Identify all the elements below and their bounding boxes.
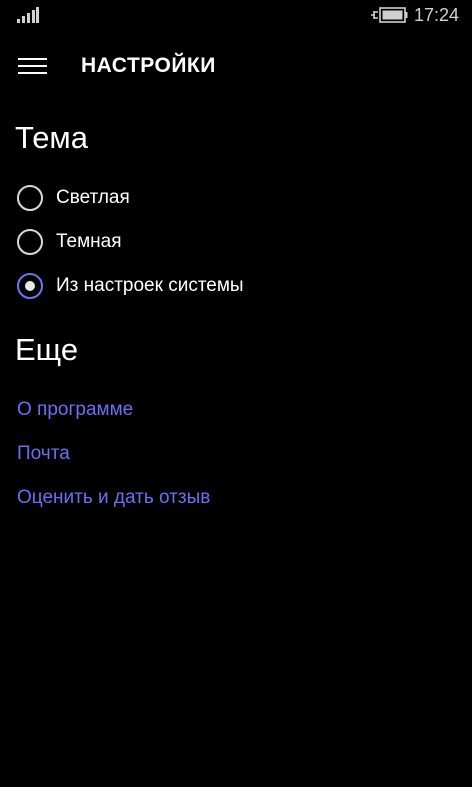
theme-option-light[interactable]: Светлая bbox=[17, 185, 417, 215]
page-title: НАСТРОЙКИ bbox=[81, 54, 216, 77]
hamburger-menu-icon[interactable] bbox=[18, 56, 48, 76]
theme-option-system[interactable]: Из настроек системы bbox=[17, 273, 417, 303]
battery-charging-icon bbox=[371, 7, 408, 23]
theme-option-dark[interactable]: Темная bbox=[17, 229, 417, 259]
theme-option-label: Светлая bbox=[56, 187, 130, 208]
signal-bars-icon bbox=[17, 7, 39, 23]
clock: 17:24 bbox=[414, 5, 460, 25]
mail-link[interactable]: Почта bbox=[17, 442, 70, 466]
more-section-header: Еще bbox=[15, 332, 79, 367]
radio-unchecked-icon bbox=[17, 229, 43, 255]
theme-section-header: Тема bbox=[15, 120, 88, 155]
app-bar: НАСТРОЙКИ bbox=[0, 44, 472, 88]
status-bar: 17:24 bbox=[0, 0, 472, 32]
radio-unchecked-icon bbox=[17, 185, 43, 211]
about-link[interactable]: О программе bbox=[17, 398, 133, 422]
theme-option-label: Темная bbox=[56, 231, 122, 252]
radio-checked-icon bbox=[17, 273, 43, 299]
rate-review-link[interactable]: Оценить и дать отзыв bbox=[17, 486, 210, 510]
theme-option-label: Из настроек системы bbox=[56, 275, 244, 296]
